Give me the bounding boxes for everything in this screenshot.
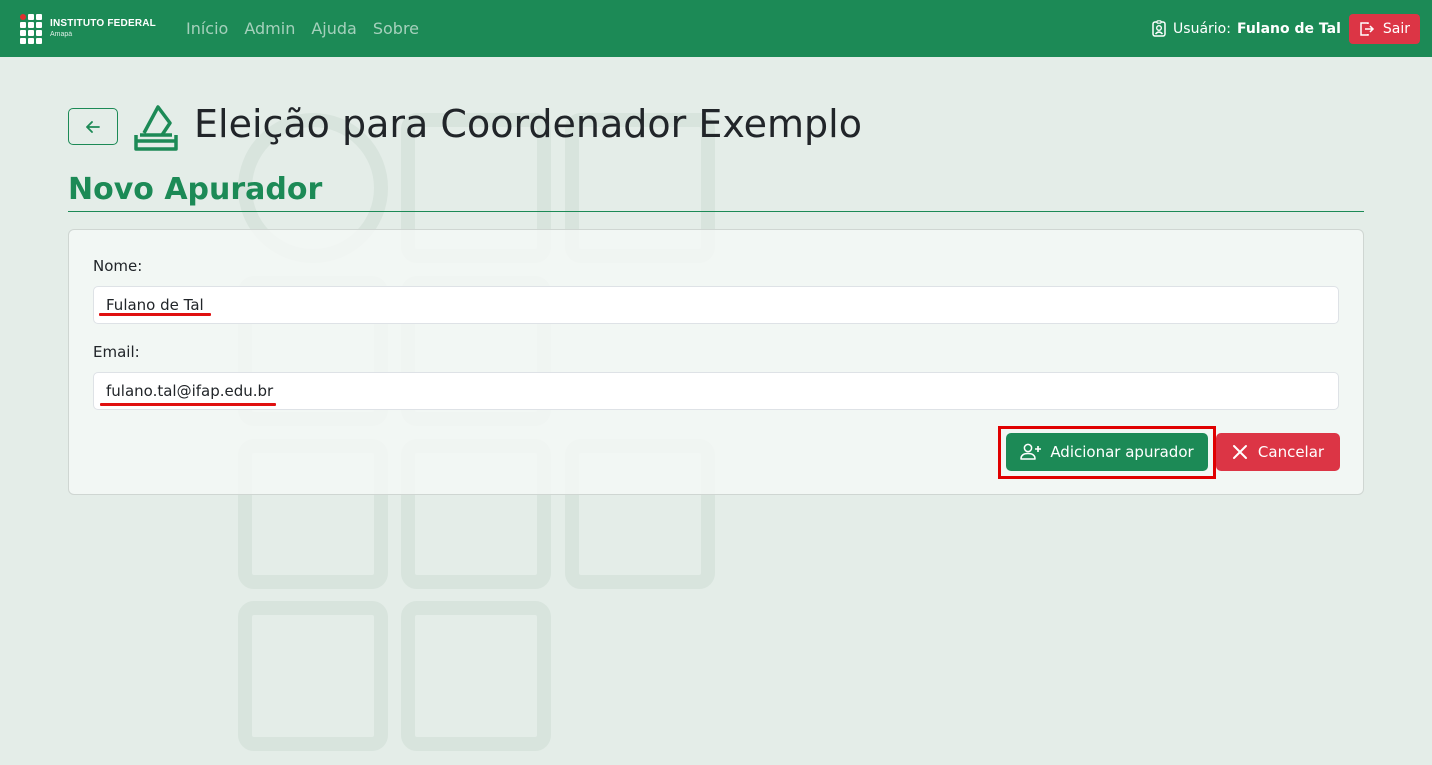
user-name: Fulano de Tal bbox=[1236, 20, 1341, 37]
person-badge-icon bbox=[1152, 20, 1166, 37]
ballot-box-icon bbox=[134, 105, 178, 151]
nav-links: Início Admin Ajuda Sobre bbox=[186, 19, 419, 38]
form-card: Nome: Email: Adicionar apurador Cancelar bbox=[68, 229, 1364, 495]
brand-subtitle: Amapá bbox=[50, 31, 73, 38]
section-divider bbox=[68, 211, 1364, 212]
email-input[interactable] bbox=[93, 372, 1339, 410]
logout-button[interactable]: Sair bbox=[1348, 13, 1420, 44]
nav-link-inicio[interactable]: Início bbox=[186, 19, 228, 38]
institute-logo-icon bbox=[20, 13, 44, 44]
cancel-button[interactable]: Cancelar bbox=[1216, 433, 1340, 471]
cancel-label: Cancelar bbox=[1257, 443, 1325, 461]
nav-link-sobre[interactable]: Sobre bbox=[373, 19, 419, 38]
logout-label: Sair bbox=[1382, 20, 1410, 37]
box-arrow-right-icon bbox=[1360, 21, 1374, 36]
name-annotation-underline bbox=[99, 313, 211, 316]
user-info: Usuário: Fulano de Tal bbox=[1151, 20, 1341, 37]
email-annotation-underline bbox=[100, 403, 276, 406]
name-label: Nome: bbox=[93, 257, 143, 275]
brand-name: INSTITUTO FEDERAL bbox=[50, 18, 156, 29]
section-title: Novo Apurador bbox=[68, 172, 323, 207]
add-apurador-button[interactable]: Adicionar apurador bbox=[1006, 433, 1208, 471]
email-label: Email: bbox=[93, 343, 140, 361]
top-navbar: INSTITUTO FEDERAL Amapá Início Admin Aju… bbox=[0, 0, 1432, 57]
brand-logo[interactable]: INSTITUTO FEDERAL Amapá bbox=[20, 13, 156, 44]
arrow-left-icon bbox=[86, 120, 100, 133]
page-title: Eleição para Coordenador Exemplo bbox=[194, 102, 862, 146]
x-icon bbox=[1232, 445, 1247, 459]
nav-link-ajuda[interactable]: Ajuda bbox=[311, 19, 357, 38]
nav-link-admin[interactable]: Admin bbox=[244, 19, 295, 38]
user-label: Usuário: bbox=[1173, 20, 1231, 37]
person-plus-icon bbox=[1020, 443, 1042, 460]
back-button[interactable] bbox=[68, 108, 118, 145]
add-apurador-label: Adicionar apurador bbox=[1050, 443, 1194, 461]
name-input[interactable] bbox=[93, 286, 1339, 324]
